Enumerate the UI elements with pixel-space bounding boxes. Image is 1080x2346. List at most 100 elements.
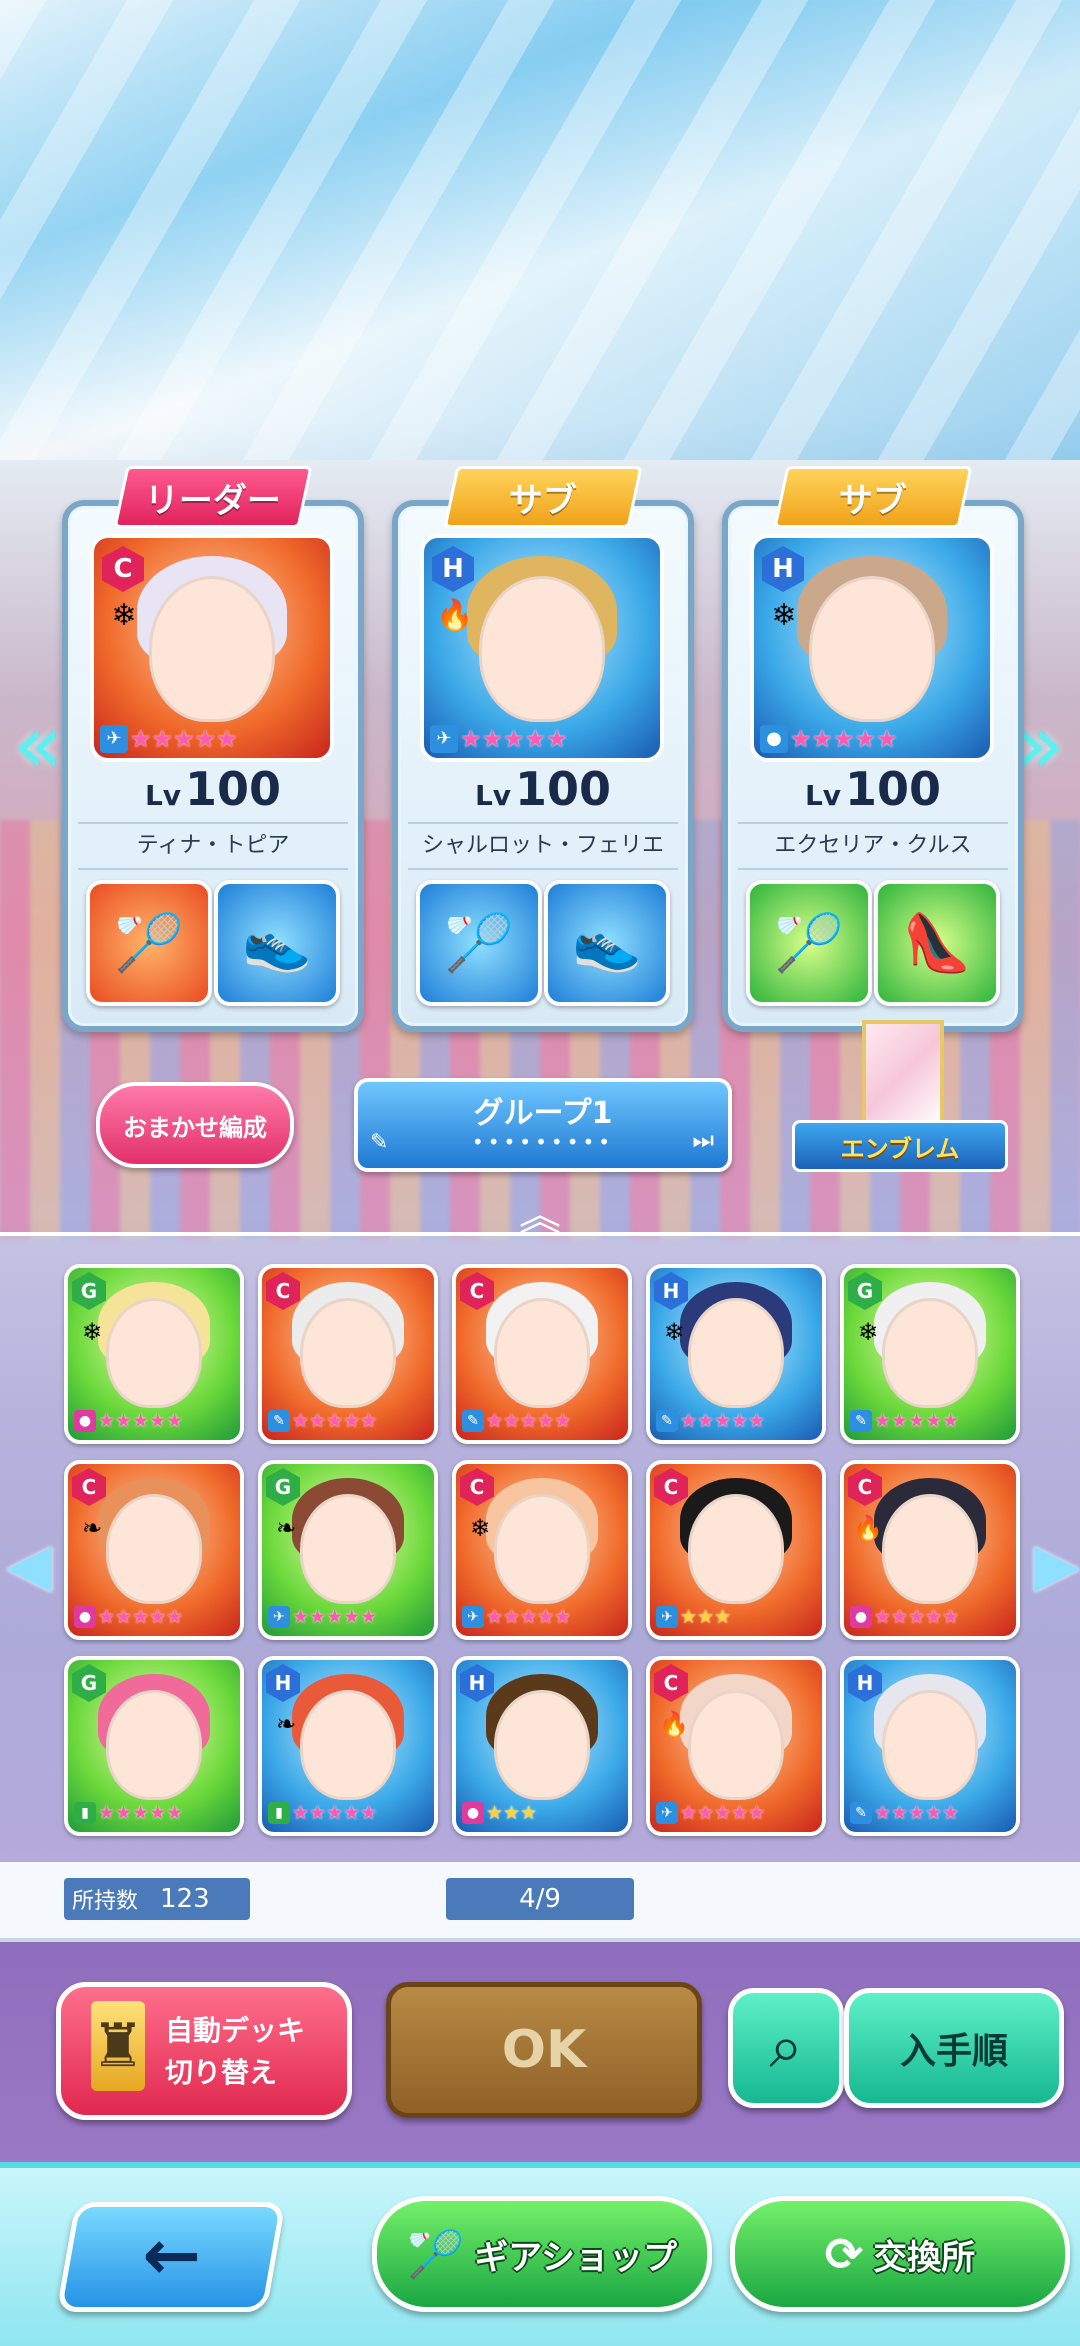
- play-type-icon: ✈: [656, 1606, 678, 1628]
- roster-character-card[interactable]: C ❄ ✈ ★★★★★: [452, 1460, 632, 1640]
- character-portrait[interactable]: H ❄ ● ★★★★★: [750, 534, 994, 762]
- roster-character-card[interactable]: G ▮ ★★★★★: [64, 1656, 244, 1836]
- roster-next-arrow-icon[interactable]: ▶: [1034, 1515, 1080, 1615]
- star-rating: ✎ ★★★★★: [462, 1406, 622, 1436]
- star-rating: ✈ ★★★★★: [462, 1602, 622, 1632]
- play-type-icon: ▮: [74, 1802, 96, 1824]
- roster-page-indicator: 4/9: [446, 1878, 634, 1920]
- roster-character-card[interactable]: C ✎ ★★★★★: [452, 1264, 632, 1444]
- group-page-dots: •••••••••: [471, 1130, 615, 1154]
- stars: ★★★★★: [98, 1606, 184, 1628]
- star-rating: ● ★★★★★: [850, 1602, 1010, 1632]
- character-face: [494, 1494, 590, 1604]
- character-face: [106, 1690, 202, 1800]
- stars: ★★★★★: [790, 725, 898, 753]
- level-display: Lv100: [144, 762, 282, 816]
- roster-prev-arrow-icon[interactable]: ◀: [6, 1515, 52, 1615]
- search-button[interactable]: ⌕: [728, 1988, 844, 2108]
- exchange-label: 交換所: [873, 2237, 976, 2278]
- leader-card-2[interactable]: サブ H ❄ ● ★★★★★ Lv100 エクセリア・クルス 🏸 👠: [722, 466, 1024, 1032]
- owned-count-box: 所持数 123: [64, 1878, 250, 1920]
- roster-character-card[interactable]: H ✎ ★★★★★: [840, 1656, 1020, 1836]
- roster-character-card[interactable]: G ❄ ✎ ★★★★★: [840, 1264, 1020, 1444]
- element-icon: ❄: [771, 598, 797, 633]
- character-face: [688, 1494, 784, 1604]
- role-tag: サブ: [443, 466, 643, 528]
- character-name: シャルロット・フェリエ: [408, 822, 678, 870]
- character-portrait[interactable]: C ❄ ✈ ★★★★★: [90, 534, 334, 762]
- roster-character-card[interactable]: C ✎ ★★★★★: [258, 1264, 438, 1444]
- shoes-gear-slot[interactable]: 👟: [214, 880, 340, 1006]
- element-icon: [268, 1314, 304, 1350]
- character-face: [688, 1298, 784, 1408]
- exchange-button[interactable]: ⟳ 交換所: [730, 2196, 1070, 2312]
- play-type-icon: ▮: [268, 1802, 290, 1824]
- stars: ★★★★★: [874, 1606, 960, 1628]
- character-face: [300, 1690, 396, 1800]
- star-rating: ▮ ★★★★★: [268, 1798, 428, 1828]
- stars: ★★★★★: [680, 1802, 766, 1824]
- roster-character-card[interactable]: G ❄ ● ★★★★★: [64, 1264, 244, 1444]
- racket-gear-slot[interactable]: 🏸: [86, 880, 212, 1006]
- stars: ★★★★★: [874, 1802, 960, 1824]
- action-bar: ♜ 自動デッキ 切り替え OK ⌕ 入手順: [0, 1942, 1080, 2162]
- element-icon: 🔥: [659, 1710, 689, 1738]
- ok-button[interactable]: OK: [386, 1982, 702, 2118]
- prev-group-arrow-icon[interactable]: «: [8, 700, 68, 790]
- star-rating: ✈ ★★★: [656, 1602, 816, 1632]
- roster-character-card[interactable]: H ❄ ✎ ★★★★★: [646, 1264, 826, 1444]
- rank-badge: H: [654, 1272, 688, 1310]
- character-face: [882, 1298, 978, 1408]
- character-face: [882, 1690, 978, 1800]
- auto-deck-switch-button[interactable]: ♜ 自動デッキ 切り替え: [56, 1982, 352, 2120]
- roster-character-card[interactable]: H ● ★★★: [452, 1656, 632, 1836]
- roster-character-card[interactable]: C ✈ ★★★: [646, 1460, 826, 1640]
- element-icon: ❧: [81, 1514, 103, 1542]
- stars: ★★★★★: [486, 1606, 572, 1628]
- character-name: ティナ・トピア: [78, 822, 348, 870]
- rank-badge: H: [460, 1664, 494, 1702]
- tower-icon: ♜: [91, 2001, 145, 2091]
- character-portrait[interactable]: H 🔥 ✈ ★★★★★: [420, 534, 664, 762]
- expand-up-chevron-icon[interactable]: ︽: [500, 1195, 580, 1237]
- shoes-gear-slot[interactable]: 👠: [874, 880, 1000, 1006]
- sort-order-button[interactable]: 入手順: [844, 1988, 1064, 2108]
- star-rating: ● ★★★★★: [760, 724, 984, 754]
- roster-character-card[interactable]: C ❧ ● ★★★★★: [64, 1460, 244, 1640]
- gear-shop-button[interactable]: 🏸 ギアショップ: [372, 2196, 712, 2312]
- character-face: [300, 1494, 396, 1604]
- stars: ★★★★★: [460, 725, 568, 753]
- background-light-rays: [0, 0, 1080, 460]
- stars: ★★★★★: [292, 1606, 378, 1628]
- owned-count: 123: [160, 1884, 210, 1914]
- play-type-icon: ✎: [656, 1410, 678, 1432]
- leader-card-0[interactable]: リーダー C ❄ ✈ ★★★★★ Lv100 ティナ・トピア 🏸 👟: [62, 466, 364, 1032]
- roster-character-card[interactable]: C 🔥 ✈ ★★★★★: [646, 1656, 826, 1836]
- play-type-icon: ●: [462, 1802, 484, 1824]
- racket-gear-slot[interactable]: 🏸: [746, 880, 872, 1006]
- star-rating: ▮ ★★★★★: [74, 1798, 234, 1828]
- play-type-icon: ✎: [850, 1410, 872, 1432]
- rank-badge: H: [432, 546, 474, 592]
- level-display: Lv100: [804, 762, 942, 816]
- character-face: [479, 576, 605, 722]
- gear-shop-label: ギアショップ: [474, 2237, 677, 2278]
- element-icon: [462, 1706, 498, 1742]
- roster-character-card[interactable]: G ❧ ✈ ★★★★★: [258, 1460, 438, 1640]
- auto-formation-button[interactable]: おまかせ編成: [96, 1082, 294, 1168]
- roster-character-card[interactable]: H ❧ ▮ ★★★★★: [258, 1656, 438, 1836]
- group-selector[interactable]: ✎ グループ1 ••••••••• ⏭: [354, 1078, 732, 1172]
- stars: ★★★★★: [292, 1802, 378, 1824]
- roster-character-card[interactable]: C 🔥 ● ★★★★★: [840, 1460, 1020, 1640]
- leader-card-1[interactable]: サブ H 🔥 ✈ ★★★★★ Lv100 シャルロット・フェリエ 🏸 👟: [392, 466, 694, 1032]
- emblem-button[interactable]: エンブレム: [792, 1020, 1008, 1172]
- rank-badge: C: [266, 1272, 300, 1310]
- skip-forward-icon[interactable]: ⏭: [692, 1126, 714, 1154]
- group-title: グループ1: [473, 1096, 613, 1131]
- racket-gear-slot[interactable]: 🏸: [416, 880, 542, 1006]
- back-button[interactable]: ←: [56, 2202, 286, 2312]
- play-type-icon: ✈: [656, 1802, 678, 1824]
- rank-badge: H: [762, 546, 804, 592]
- stars: ★★★★★: [130, 725, 238, 753]
- shoes-gear-slot[interactable]: 👟: [544, 880, 670, 1006]
